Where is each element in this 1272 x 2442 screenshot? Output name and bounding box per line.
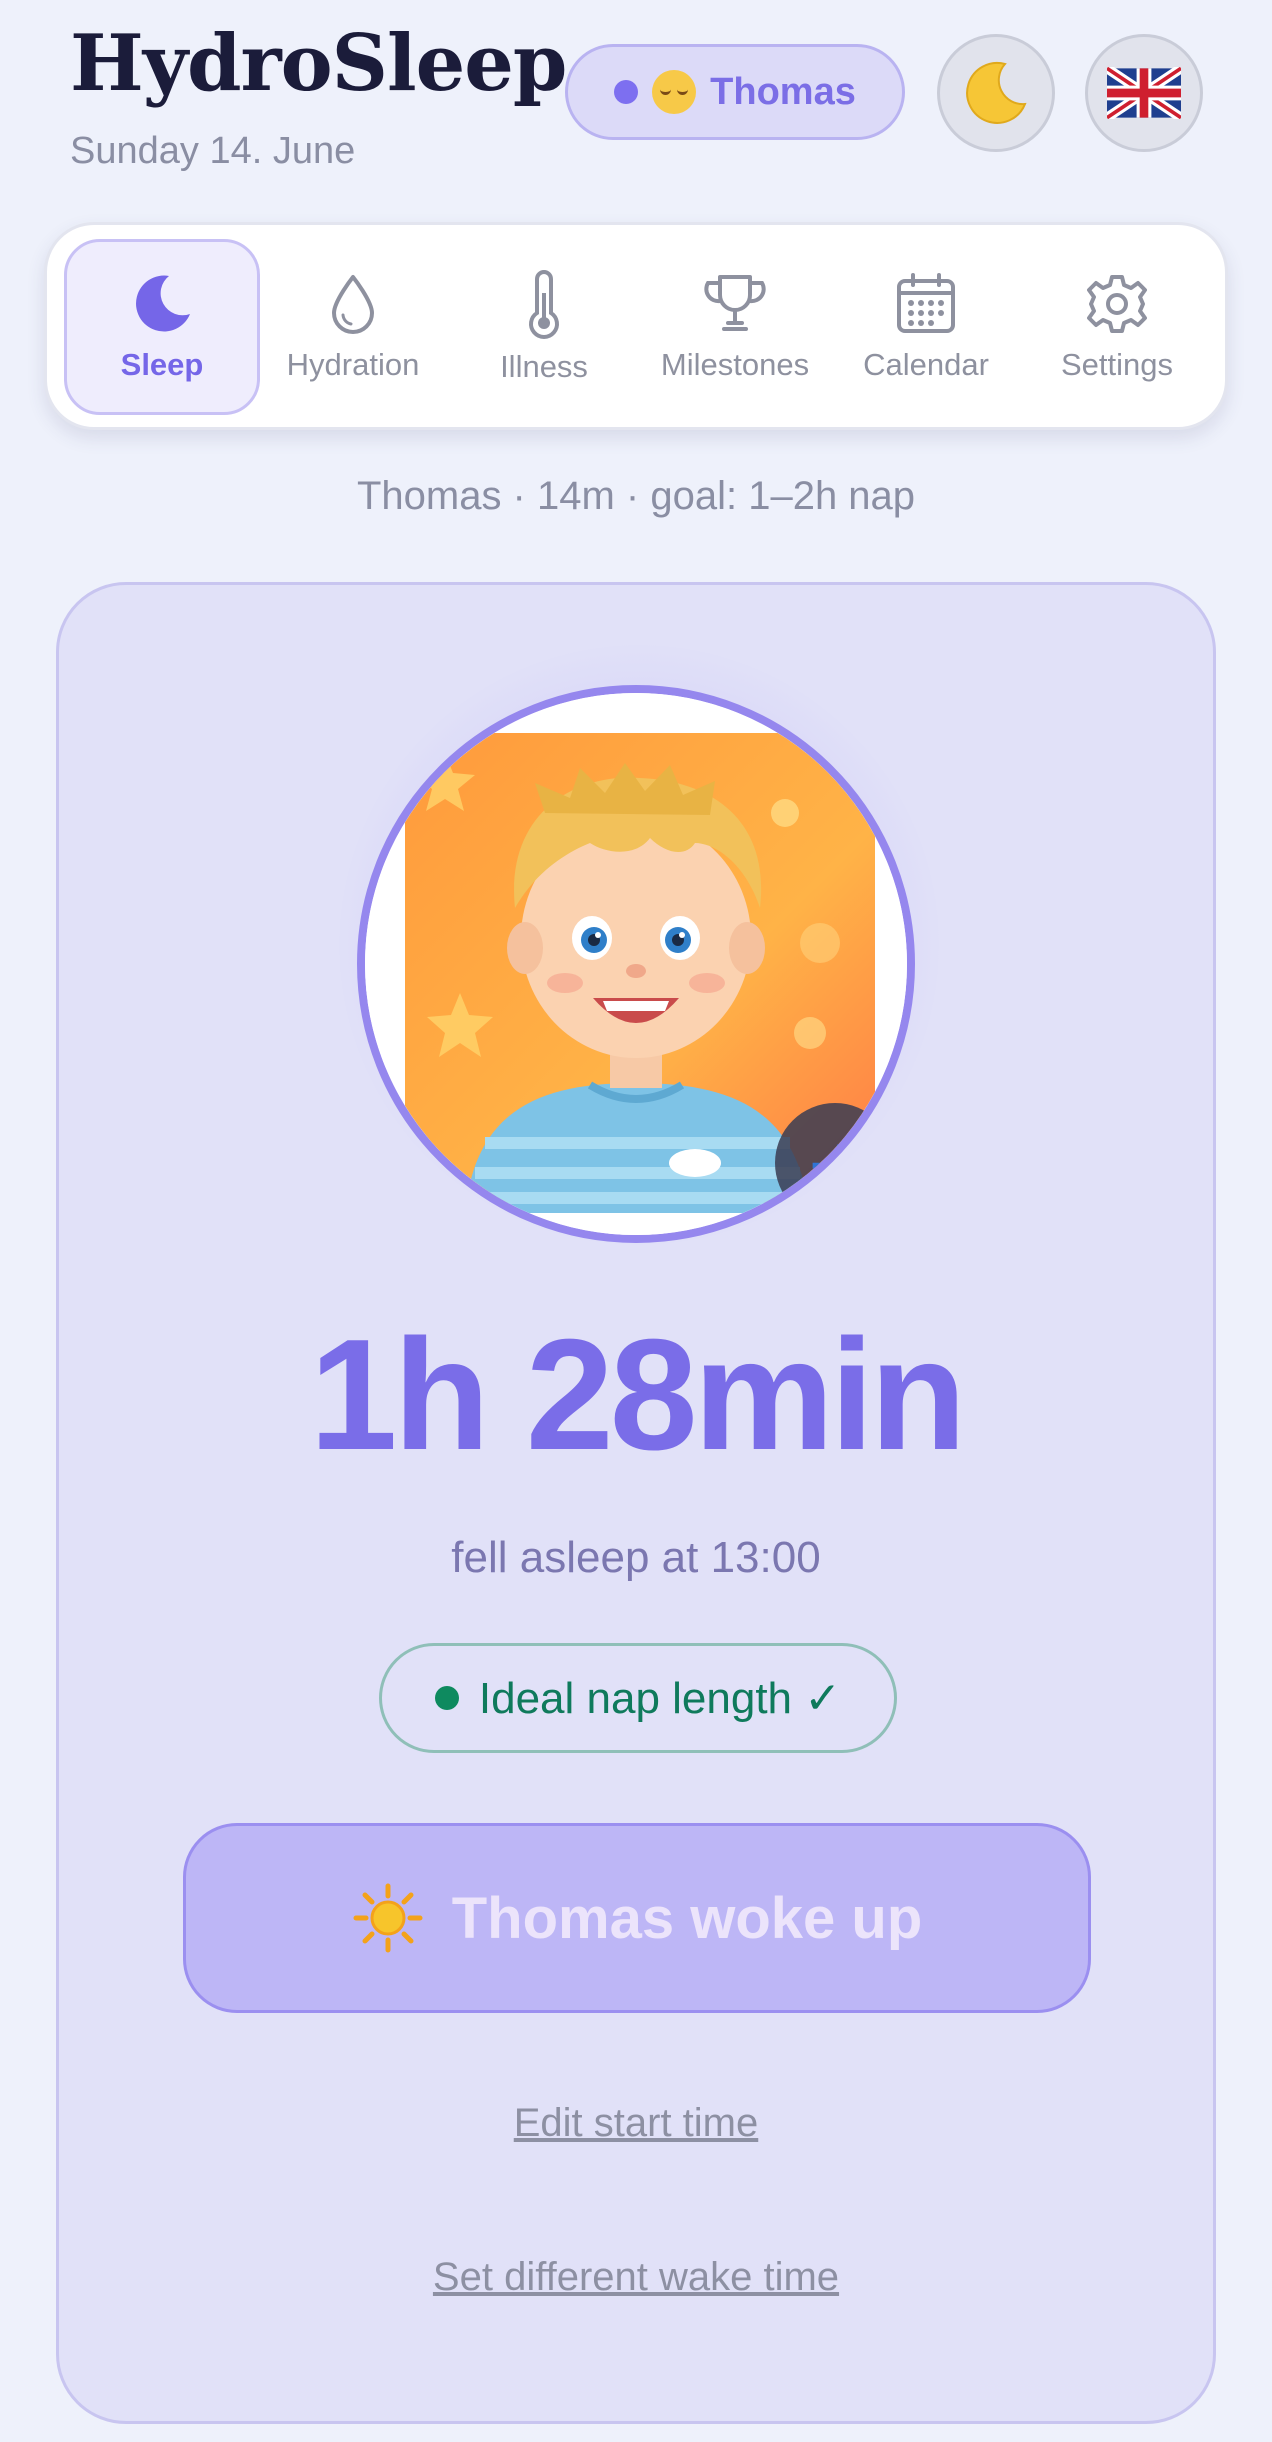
profile-name: Thomas xyxy=(710,70,856,113)
sleep-tracker-card: z z 1h 28min fell asleep at 13:00 Ideal … xyxy=(56,582,1216,2424)
child-summary: Thomas · 14m · goal: 1–2h nap xyxy=(356,474,916,518)
tab-sleep[interactable]: Sleep xyxy=(64,239,260,415)
thermometer-icon xyxy=(529,270,559,339)
moon-icon xyxy=(966,61,1027,124)
tab-milestones[interactable]: Milestones xyxy=(637,239,833,415)
profile-selector[interactable]: Thomas xyxy=(565,44,905,140)
fell-asleep-time: fell asleep at 13:00 xyxy=(451,1533,821,1582)
tab-label-sleep: Sleep xyxy=(120,347,204,382)
language-button[interactable] xyxy=(1085,34,1203,152)
edit-start-time-link[interactable]: Edit start time xyxy=(59,2101,1213,2146)
app-title: HydroSleep xyxy=(70,18,567,109)
tab-label-hydration: Hydration xyxy=(286,347,420,382)
tab-label-settings: Settings xyxy=(1060,347,1173,382)
status-dot xyxy=(434,1686,459,1710)
calendar-icon xyxy=(897,273,955,333)
nap-status-badge: Ideal nap length ✓ xyxy=(379,1643,897,1753)
tab-label-illness: Illness xyxy=(500,349,588,384)
trophy-icon xyxy=(704,275,766,331)
theme-toggle-button[interactable] xyxy=(937,34,1055,152)
moon-icon xyxy=(136,275,190,332)
current-date: Sunday 14. June xyxy=(70,130,356,172)
gear-icon xyxy=(1087,275,1147,333)
drop-icon xyxy=(332,275,374,334)
tab-calendar[interactable]: Calendar xyxy=(828,239,1024,415)
tab-label-milestones: Milestones xyxy=(660,347,810,382)
tab-hydration[interactable]: Hydration xyxy=(255,239,451,415)
sun-icon xyxy=(353,1883,423,1953)
tab-illness[interactable]: Illness xyxy=(446,239,642,415)
tab-label-calendar: Calendar xyxy=(863,347,989,382)
child-portrait-image: z z xyxy=(365,693,907,1235)
nap-status-label: Ideal nap length ✓ xyxy=(478,1673,842,1723)
sleep-duration: 1h 28min xyxy=(309,1307,967,1483)
set-wake-time-link[interactable]: Set different wake time xyxy=(59,2255,1213,2300)
profile-status-dot xyxy=(614,80,639,104)
woke-up-label: Thomas woke up xyxy=(451,1885,923,1951)
tab-settings[interactable]: Settings xyxy=(1019,239,1215,415)
child-avatar[interactable]: z z xyxy=(357,685,915,1243)
sleeping-face-icon xyxy=(652,70,697,114)
woke-up-button[interactable]: Thomas woke up xyxy=(183,1823,1091,2013)
main-tab-bar: Sleep Hydration Illness Milestones Calen… xyxy=(44,222,1228,430)
uk-flag-icon xyxy=(1107,67,1181,119)
